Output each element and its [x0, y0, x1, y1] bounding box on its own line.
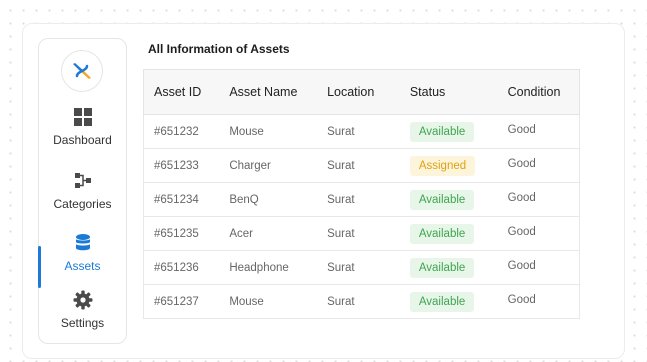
asset-name-cell: Mouse [219, 114, 318, 149]
status-badge: Available [409, 257, 475, 278]
location-cell: Surat [317, 114, 400, 149]
status-badge: Available [409, 291, 475, 312]
location-cell: Surat [317, 148, 400, 183]
asset-id-cell: #651237 [143, 284, 220, 319]
column-header-asset-name[interactable]: Asset Name [219, 69, 318, 115]
table-row[interactable]: #651232 Mouse Surat Available Good [143, 114, 580, 149]
asset-name-cell: Headphone [219, 250, 318, 285]
asset-id-cell: #651232 [143, 114, 220, 149]
sidebar-item-label: Categories [53, 197, 112, 211]
asset-name-cell: Charger [219, 148, 318, 183]
page-title: All Information of Assets [148, 42, 290, 56]
asset-id-cell: #651233 [143, 148, 220, 183]
location-cell: Surat [317, 182, 400, 217]
table-row[interactable]: #651235 Acer Surat Available Good [143, 216, 580, 251]
status-badge: Assigned [409, 155, 476, 176]
column-header-condition[interactable]: Condition [497, 69, 580, 115]
location-cell: Surat [317, 250, 400, 285]
asset-name-cell: BenQ [219, 182, 318, 217]
sidebar-item-label: Assets [64, 259, 101, 273]
condition-cell: Good [497, 148, 580, 183]
sidebar-item-label: Dashboard [53, 133, 112, 147]
asset-id-cell: #651234 [143, 182, 220, 217]
condition-cell: Good [497, 284, 580, 319]
asset-id-cell: #651235 [143, 216, 220, 251]
assets-table: Asset ID Asset Name Location Status Cond… [143, 69, 580, 319]
database-icon [75, 234, 90, 251]
status-cell: Assigned [399, 148, 498, 183]
column-header-status[interactable]: Status [399, 69, 498, 115]
location-cell: Surat [317, 216, 400, 251]
asset-id-cell: #651236 [143, 250, 220, 285]
sidebar-item-assets[interactable]: Assets [39, 233, 126, 273]
status-cell: Available [399, 114, 498, 149]
table-row[interactable]: #651237 Mouse Surat Available Good [143, 284, 580, 319]
gear-icon [73, 290, 92, 310]
status-badge: Available [409, 121, 475, 142]
status-cell: Available [399, 250, 498, 285]
location-cell: Surat [317, 284, 400, 319]
condition-cell: Good [497, 182, 580, 217]
hierarchy-icon [74, 173, 91, 188]
condition-cell: Good [497, 216, 580, 251]
asset-name-cell: Acer [219, 216, 318, 251]
condition-cell: Good [497, 114, 580, 149]
status-cell: Available [399, 284, 498, 319]
table-row[interactable]: #651234 BenQ Surat Available Good [143, 182, 580, 217]
sidebar: Dashboard Categories Assets Settings [38, 38, 127, 344]
table-row[interactable]: #651236 Headphone Surat Available Good [143, 250, 580, 285]
sidebar-item-dashboard[interactable]: Dashboard [39, 107, 126, 147]
column-header-location[interactable]: Location [317, 69, 400, 115]
column-header-asset-id[interactable]: Asset ID [143, 69, 220, 115]
table-header-row: Asset ID Asset Name Location Status Cond… [143, 69, 580, 115]
sidebar-item-label: Settings [60, 316, 105, 330]
asset-name-cell: Mouse [219, 284, 318, 319]
condition-cell: Good [497, 250, 580, 285]
status-cell: Available [399, 182, 498, 217]
sidebar-item-settings[interactable]: Settings [39, 290, 126, 330]
logo-icon [73, 63, 91, 79]
sidebar-item-categories[interactable]: Categories [39, 171, 126, 211]
table-row[interactable]: #651233 Charger Surat Assigned Good [143, 148, 580, 183]
grid-icon [73, 108, 92, 126]
status-badge: Available [409, 189, 475, 210]
status-badge: Available [409, 223, 475, 244]
status-cell: Available [399, 216, 498, 251]
app-logo[interactable] [61, 50, 103, 92]
